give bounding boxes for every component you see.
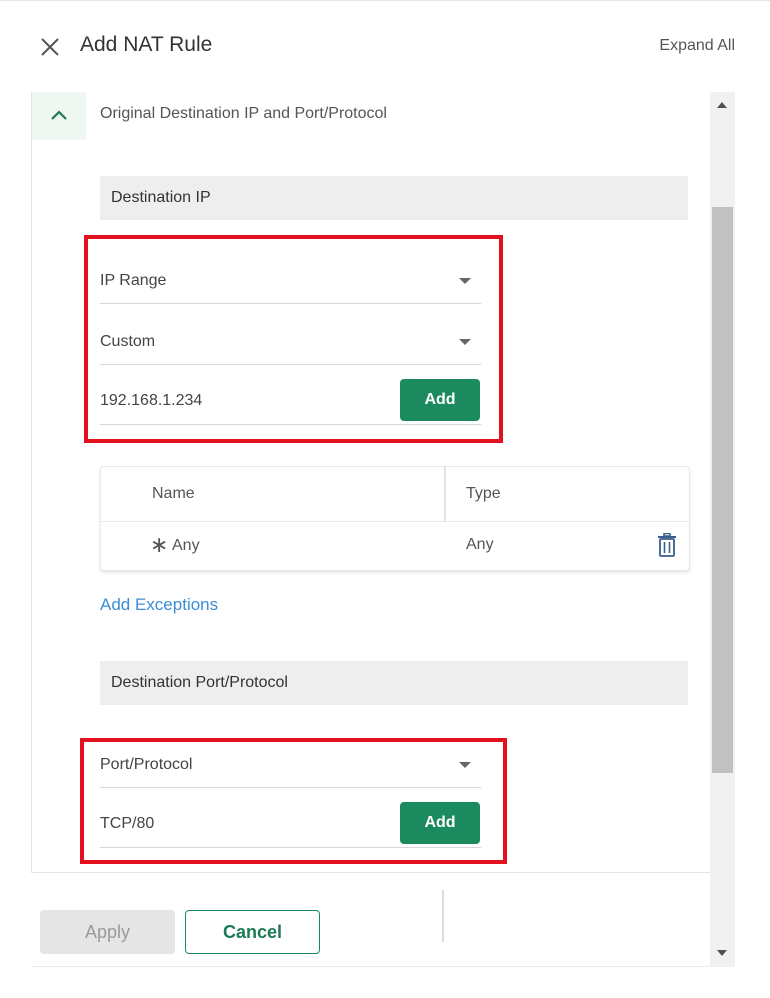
caret-down-icon	[459, 339, 471, 345]
ip-type-select[interactable]: IP Range	[100, 259, 481, 304]
bottom-border	[31, 966, 710, 967]
port-type-select[interactable]: Port/Protocol	[100, 743, 481, 788]
column-divider[interactable]	[444, 467, 446, 521]
section-collapse-toggle[interactable]	[32, 92, 86, 140]
add-exceptions-link[interactable]: Add Exceptions	[100, 595, 218, 615]
port-type-select-value: Port/Protocol	[100, 756, 193, 773]
ip-table: Name Type ∗ Any Any	[100, 466, 690, 571]
ip-mode-select-value: Custom	[100, 333, 156, 350]
destination-port-header: Destination Port/Protocol	[100, 661, 688, 705]
add-ip-button[interactable]: Add	[400, 379, 480, 421]
section-title: Original Destination IP and Port/Protoco…	[100, 105, 387, 122]
top-border	[0, 0, 770, 1]
port-input[interactable]	[100, 815, 380, 833]
trash-icon[interactable]	[657, 532, 677, 557]
row-type: Any	[466, 536, 494, 553]
column-header-name: Name	[152, 485, 195, 502]
asterisk-icon: ∗	[150, 532, 169, 557]
destination-ip-header: Destination IP	[100, 176, 688, 220]
scroll-down-arrow-icon[interactable]	[717, 950, 727, 956]
caret-down-icon	[459, 762, 471, 768]
add-port-button[interactable]: Add	[400, 802, 480, 844]
column-header-type: Type	[466, 485, 501, 502]
caret-down-icon	[459, 278, 471, 284]
dialog-title: Add NAT Rule	[80, 33, 213, 56]
rule-panel: Original Destination IP and Port/Protoco…	[31, 92, 711, 873]
vertical-scrollbar[interactable]	[710, 92, 735, 967]
scrollbar-thumb[interactable]	[712, 207, 733, 773]
table-row-name-cell: ∗ Any	[150, 521, 200, 569]
close-icon[interactable]	[38, 35, 62, 59]
cancel-button[interactable]: Cancel	[185, 910, 320, 954]
ip-address-input[interactable]	[100, 392, 380, 410]
row-name: Any	[172, 537, 200, 554]
ip-mode-select[interactable]: Custom	[100, 320, 481, 365]
footer-divider	[442, 890, 444, 942]
chevron-up-icon	[51, 110, 67, 120]
scroll-up-arrow-icon[interactable]	[717, 102, 727, 108]
expand-all-button[interactable]: Expand All	[659, 37, 735, 55]
ip-type-select-value: IP Range	[100, 272, 167, 289]
apply-button[interactable]: Apply	[40, 910, 175, 954]
